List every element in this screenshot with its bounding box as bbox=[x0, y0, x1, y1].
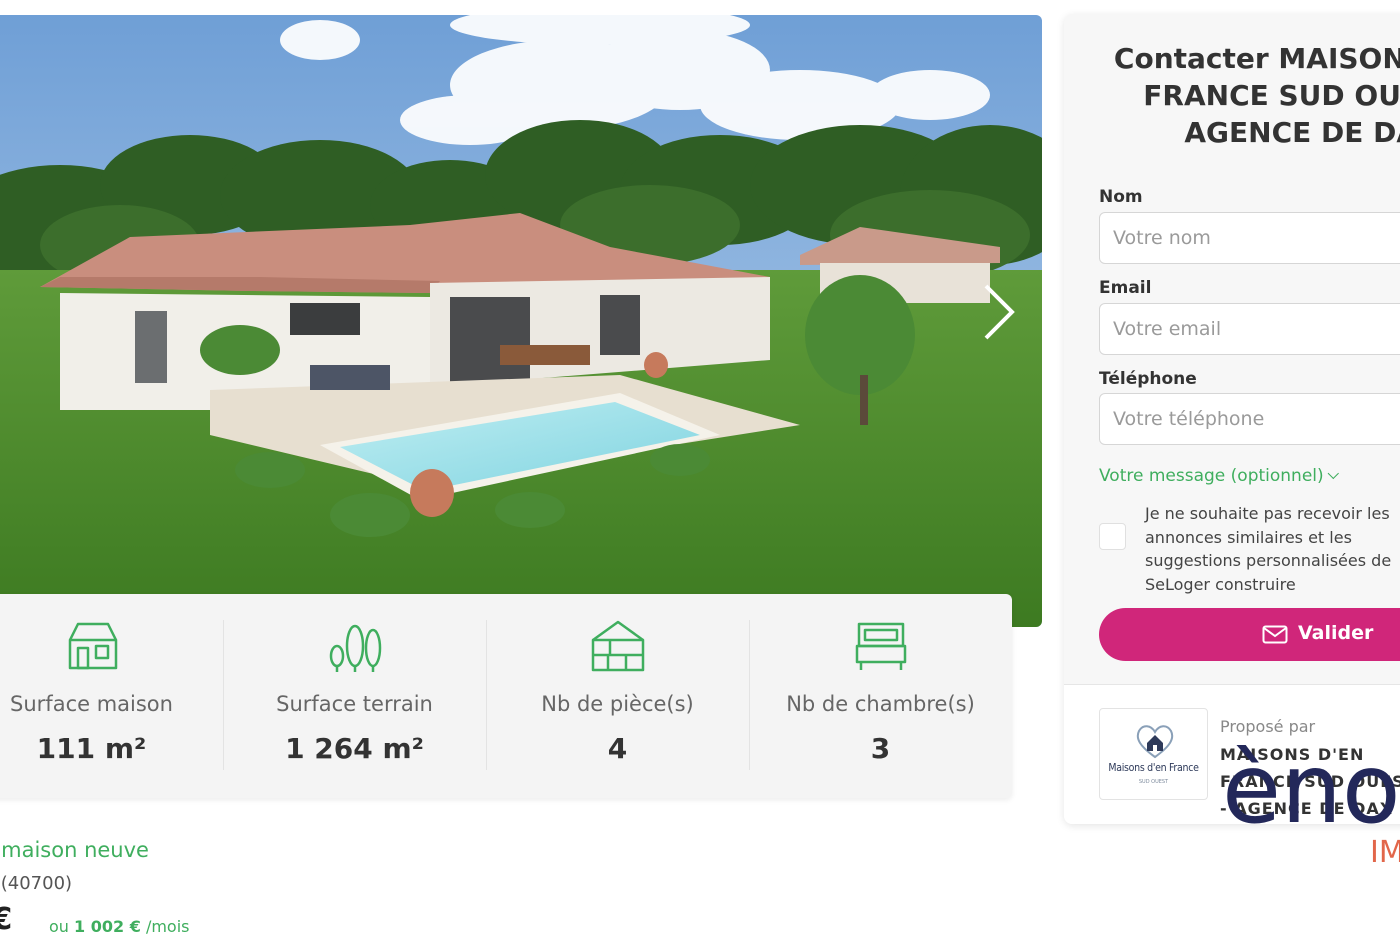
agency-logo[interactable]: Maisons d'en France SUD OUEST bbox=[1099, 708, 1208, 800]
submit-label: Valider bbox=[1298, 622, 1374, 644]
logo-sub: SUD OUEST bbox=[1138, 779, 1169, 785]
contact-card: Contacter MAISONS D'EN FRANCE SUD OUEST … bbox=[1064, 14, 1400, 824]
features-strip: Surface maison 111 m² Surface terrain 1 … bbox=[0, 594, 1012, 798]
listing-location: mbe (40700) bbox=[0, 873, 73, 894]
phone-input[interactable] bbox=[1099, 393, 1400, 445]
feature-land-surface: Surface terrain 1 264 m² bbox=[223, 594, 486, 798]
optout-text: Je ne souhaite pas recevoir les annonces… bbox=[1145, 504, 1392, 594]
feature-bedrooms: Nb de chambre(s) 3 bbox=[749, 594, 1012, 798]
listing-title[interactable]: ec maison neuve bbox=[0, 838, 149, 862]
mail-icon bbox=[1262, 625, 1288, 644]
feature-label: Surface maison bbox=[10, 692, 173, 716]
email-label: Email bbox=[1099, 278, 1152, 298]
email-input[interactable] bbox=[1099, 303, 1400, 355]
monthly-amount: 1 002 € bbox=[74, 917, 141, 936]
logo-name: Maisons d'en France bbox=[1108, 762, 1199, 774]
contact-title: Contacter MAISONS D'EN FRANCE SUD OUEST … bbox=[1113, 42, 1400, 149]
watermark-sub: IM bbox=[1370, 835, 1400, 870]
feature-value: 3 bbox=[870, 732, 891, 765]
agency-name[interactable]: MAISONS D'EN FRANCE SUD OUEST - AGENCE D… bbox=[1220, 741, 1400, 822]
phone-label: Téléphone bbox=[1099, 369, 1197, 389]
proposed-by: Proposé par bbox=[1220, 717, 1316, 736]
agency-footer: Maisons d'en France SUD OUEST Proposé pa… bbox=[1064, 685, 1400, 824]
listing-price: 0 € bbox=[0, 902, 13, 937]
submit-button[interactable]: Valider bbox=[1099, 608, 1400, 661]
optout-checkbox[interactable] bbox=[1099, 523, 1126, 550]
feature-rooms: Nb de pièce(s) 4 bbox=[486, 594, 749, 798]
bed-icon bbox=[855, 622, 906, 670]
monthly-payment[interactable]: ou 1 002 € /mois bbox=[49, 917, 189, 936]
feature-label: Surface terrain bbox=[276, 692, 433, 716]
heart-house-logo-icon bbox=[1136, 725, 1174, 759]
feature-value: 111 m² bbox=[36, 732, 147, 765]
monthly-suffix: /mois bbox=[145, 917, 190, 936]
feature-house-surface: Surface maison 111 m² bbox=[0, 594, 223, 798]
feature-value: 1 264 m² bbox=[285, 732, 424, 765]
name-input[interactable] bbox=[1099, 212, 1400, 264]
feature-label: Nb de chambre(s) bbox=[786, 692, 975, 716]
feature-value: 4 bbox=[607, 732, 628, 765]
rooms-icon bbox=[591, 620, 644, 672]
house-icon bbox=[68, 622, 117, 670]
chevron-down-icon bbox=[1327, 467, 1339, 480]
feature-label: Nb de pièce(s) bbox=[541, 692, 694, 716]
listing-photo[interactable] bbox=[0, 15, 1042, 627]
message-toggle-label: Votre message (optionnel) bbox=[1099, 466, 1324, 486]
house-rendering-image bbox=[0, 15, 1042, 627]
trees-icon bbox=[329, 624, 381, 672]
message-toggle[interactable]: Votre message (optionnel) bbox=[1099, 466, 1339, 486]
monthly-prefix: ou bbox=[49, 917, 69, 936]
next-photo-arrow-icon[interactable] bbox=[976, 280, 1020, 344]
name-label: Nom bbox=[1099, 187, 1143, 207]
